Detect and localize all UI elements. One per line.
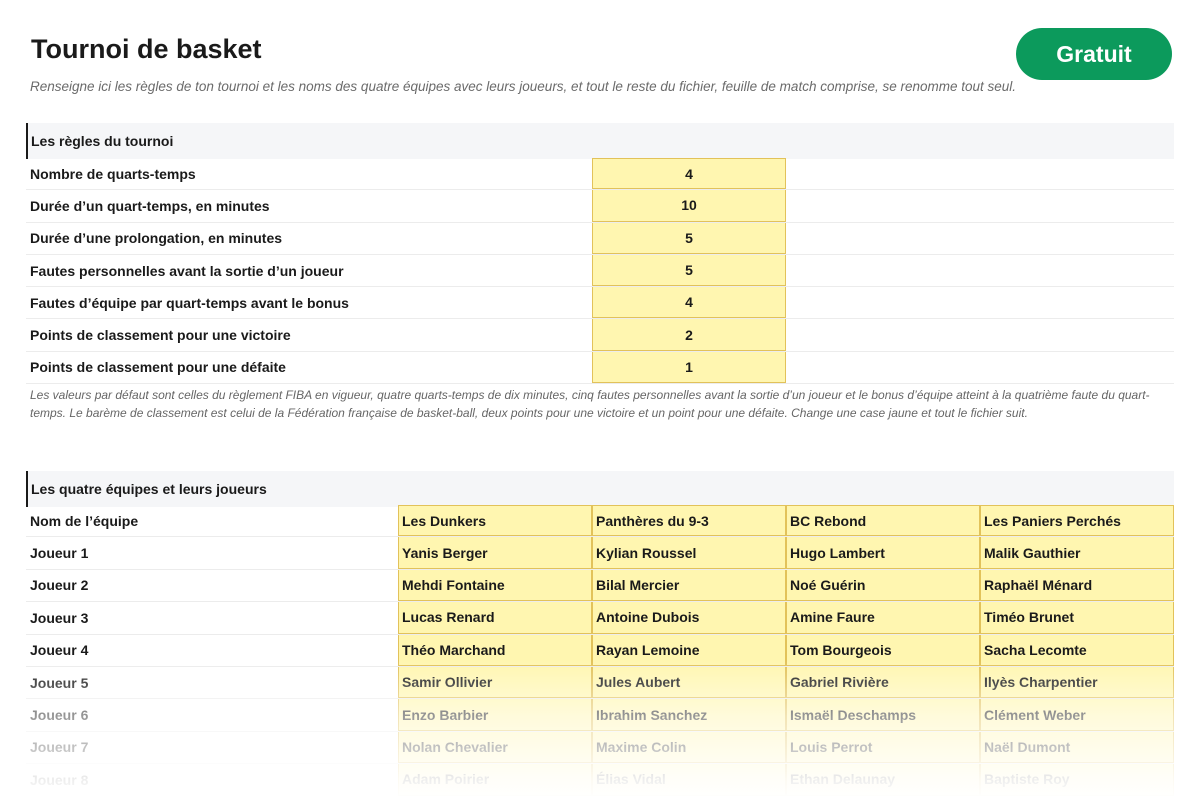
row-label: Joueur 7 xyxy=(30,739,89,756)
player-cell[interactable]: Nolan Chevalier xyxy=(398,731,592,764)
teams-table: Nom de l’équipe Les Dunkers Panthères du… xyxy=(26,505,1174,797)
player-cell[interactable]: Hugo Lambert xyxy=(786,537,980,569)
rule-row: Fautes d’équipe par quart-temps avant le… xyxy=(26,287,1174,320)
team-name-cell[interactable]: Les Dunkers xyxy=(398,505,592,537)
player-cell[interactable]: Noé Guérin xyxy=(786,569,980,602)
player-cell[interactable]: Sacha Lecomte xyxy=(980,634,1174,666)
rule-label: Fautes personnelles avant la sortie d’un… xyxy=(30,262,344,279)
player-cell[interactable]: Adam Poirier xyxy=(398,764,592,796)
rule-value-input[interactable]: 10 xyxy=(592,190,786,222)
player-cell[interactable]: Lucas Renard xyxy=(398,602,592,634)
row-label: Joueur 3 xyxy=(30,609,89,626)
player-cell[interactable]: Ismaël Deschamps xyxy=(786,699,980,731)
player-cell[interactable]: Kylian Roussel xyxy=(592,537,786,569)
teams-section-header: Les quatre équipes et leurs joueurs xyxy=(26,471,1174,507)
player-cell[interactable]: Élias Vidal xyxy=(592,764,786,796)
player-row: Joueur 7 Nolan Chevalier Maxime Colin Lo… xyxy=(26,731,1174,765)
player-cell[interactable]: Baptiste Roy xyxy=(980,764,1174,796)
player-cell[interactable]: Naël Dumont xyxy=(980,731,1174,764)
player-row: Joueur 1 Yanis Berger Kylian Roussel Hug… xyxy=(26,537,1174,570)
player-cell[interactable]: Tom Bourgeois xyxy=(786,634,980,666)
team-name-cell[interactable]: Les Paniers Perchés xyxy=(980,505,1174,537)
rule-row: Durée d’une prolongation, en minutes 5 xyxy=(26,222,1174,255)
team-name-cell[interactable]: Panthères du 9-3 xyxy=(592,505,786,537)
player-cell[interactable]: Yanis Berger xyxy=(398,537,592,569)
rule-value-input[interactable]: 5 xyxy=(592,222,786,254)
rules-note: Les valeurs par défaut sont celles du rè… xyxy=(30,388,1150,420)
rule-value-input[interactable]: 4 xyxy=(592,287,786,319)
rule-label: Nombre de quarts-temps xyxy=(30,165,196,182)
rule-label: Durée d’un quart-temps, en minutes xyxy=(30,197,270,214)
player-row: Joueur 2 Mehdi Fontaine Bilal Mercier No… xyxy=(26,569,1174,603)
rule-row: Nombre de quarts-temps 4 xyxy=(26,158,1174,191)
player-cell[interactable]: Enzo Barbier xyxy=(398,699,592,731)
rule-label: Durée d’une prolongation, en minutes xyxy=(30,230,283,247)
player-cell[interactable]: Maxime Colin xyxy=(592,731,786,764)
rule-value-input[interactable]: 5 xyxy=(592,254,786,287)
rule-value-input[interactable]: 1 xyxy=(592,351,786,384)
player-cell[interactable]: Antoine Dubois xyxy=(592,602,786,634)
row-label: Joueur 8 xyxy=(30,771,89,788)
row-label: Joueur 6 xyxy=(30,707,89,724)
player-row: Joueur 5 Samir Ollivier Jules Aubert Gab… xyxy=(26,666,1174,700)
rule-value-input[interactable]: 2 xyxy=(592,319,786,351)
rule-label: Points de classement pour une victoire xyxy=(30,327,291,344)
rules-section-header: Les règles du tournoi xyxy=(26,123,1174,159)
rule-row: Fautes personnelles avant la sortie d’un… xyxy=(26,254,1174,288)
team-name-cell[interactable]: BC Rebond xyxy=(786,505,980,537)
player-cell[interactable]: Ilyès Charpentier xyxy=(980,666,1174,699)
player-cell[interactable]: Bilal Mercier xyxy=(592,569,786,602)
player-cell[interactable]: Mehdi Fontaine xyxy=(398,569,592,602)
row-label: Joueur 5 xyxy=(30,674,89,691)
player-cell[interactable]: Théo Marchand xyxy=(398,634,592,666)
player-cell[interactable]: Raphaël Ménard xyxy=(980,569,1174,602)
player-row: Joueur 4 Théo Marchand Rayan Lemoine Tom… xyxy=(26,634,1174,667)
page-title: Tournoi de basket xyxy=(31,34,262,64)
player-row: Joueur 6 Enzo Barbier Ibrahim Sanchez Is… xyxy=(26,699,1174,732)
player-row: Joueur 3 Lucas Renard Antoine Dubois Ami… xyxy=(26,602,1174,635)
player-row: Joueur 8 Adam Poirier Élias Vidal Ethan … xyxy=(26,764,1174,797)
rule-label: Fautes d’équipe par quart-temps avant le… xyxy=(30,294,349,311)
row-label: Joueur 4 xyxy=(30,642,89,659)
row-label: Joueur 1 xyxy=(30,545,89,562)
team-name-row: Nom de l’équipe Les Dunkers Panthères du… xyxy=(26,505,1174,538)
rule-row: Points de classement pour une victoire 2 xyxy=(26,319,1174,352)
page: Tournoi de basket Gratuit Renseigne ici … xyxy=(0,0,1200,800)
row-label: Nom de l’équipe xyxy=(30,512,139,529)
player-cell[interactable]: Samir Ollivier xyxy=(398,666,592,699)
player-cell[interactable]: Amine Faure xyxy=(786,602,980,634)
player-cell[interactable]: Louis Perrot xyxy=(786,731,980,764)
free-badge: Gratuit xyxy=(1016,28,1172,80)
player-cell[interactable]: Clément Weber xyxy=(980,699,1174,731)
player-cell[interactable]: Ethan Delaunay xyxy=(786,764,980,796)
rule-value-input[interactable]: 4 xyxy=(592,158,786,190)
rule-row: Durée d’un quart-temps, en minutes 10 xyxy=(26,190,1174,223)
player-cell[interactable]: Rayan Lemoine xyxy=(592,634,786,666)
player-cell[interactable]: Gabriel Rivière xyxy=(786,666,980,699)
row-label: Joueur 2 xyxy=(30,577,89,594)
player-cell[interactable]: Malik Gauthier xyxy=(980,537,1174,569)
rule-row: Points de classement pour une défaite 1 xyxy=(26,351,1174,385)
player-cell[interactable]: Timéo Brunet xyxy=(980,602,1174,634)
rules-table: Nombre de quarts-temps 4 Durée d’un quar… xyxy=(26,158,1174,385)
rule-label: Points de classement pour une défaite xyxy=(30,359,286,376)
player-cell[interactable]: Jules Aubert xyxy=(592,666,786,699)
player-cell[interactable]: Ibrahim Sanchez xyxy=(592,699,786,731)
page-subtitle: Renseigne ici les règles de ton tournoi … xyxy=(30,79,1017,94)
